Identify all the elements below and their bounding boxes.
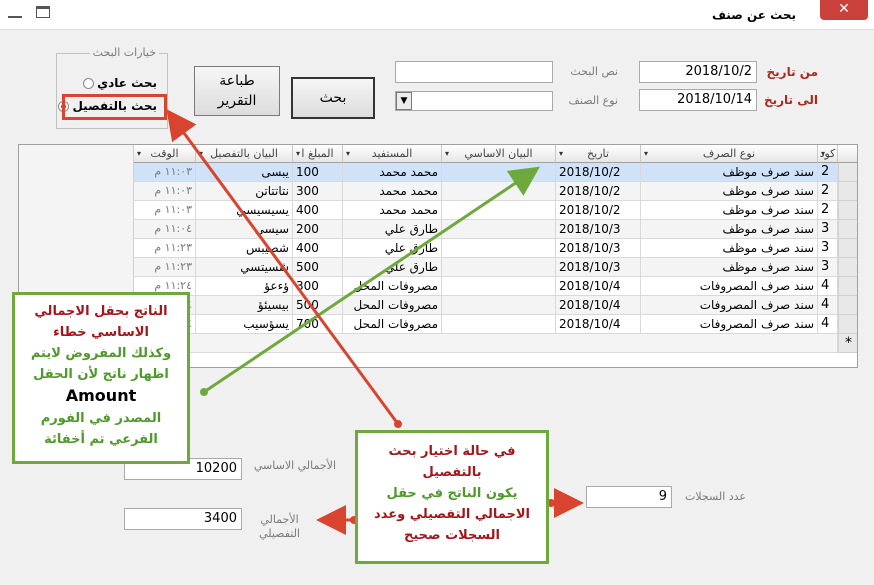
red-note-line1: في حالة اختيار بحث <box>388 444 516 459</box>
red-note-line5: السجلات صحيح <box>403 528 500 543</box>
green-note-line3: وكذلك المفروض لايتم <box>30 346 172 361</box>
green-arrow <box>203 166 540 394</box>
green-note-line4: اظهار ناتج لأن الحقل <box>33 367 169 382</box>
green-note-line7: الفرعي تم أخفائة <box>44 432 158 447</box>
green-note-line6: المصدر في الفورم <box>40 411 162 426</box>
red-note-line2: بالتفصيل <box>422 465 482 480</box>
green-note-line5: Amount <box>65 386 137 405</box>
red-annotation: في حالة اختيار بحث بالتفصيل يكون الناتج … <box>355 430 549 564</box>
red-note-line3: يكون الناتج في حقل <box>386 486 518 501</box>
green-annotation: الناتج بحقل الاجمالي الاساسي خطاء وكذلك … <box>12 292 190 464</box>
green-note-line1: الناتج بحقل الاجمالي <box>34 304 168 319</box>
red-note-line4: الاجمالي التفصيلي وعدد <box>374 507 530 522</box>
red-arrow-radio <box>166 109 400 425</box>
green-note-line2: الاساسي خطاء <box>53 325 149 340</box>
